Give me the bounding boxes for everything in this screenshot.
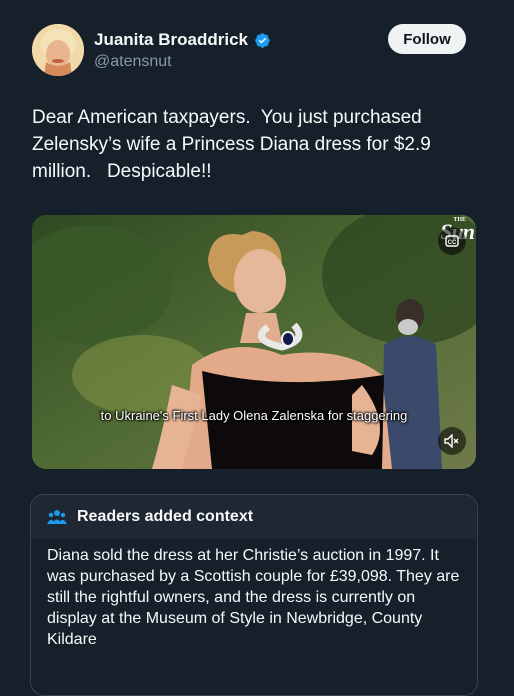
community-note-body: Diana sold the dress at her Christie’s a… [47, 547, 460, 648]
svg-text:CC: CC [448, 240, 457, 246]
author-name-row[interactable]: Juanita Broaddrick [94, 30, 271, 50]
community-note-header: Readers added context [31, 495, 477, 539]
closed-captions-button[interactable]: CC [438, 227, 466, 255]
tweet-video[interactable]: THE Sun CC to Ukraine's First Lady Olena… [32, 215, 476, 469]
tweet-text: Dear American taxpayers. You just purcha… [32, 107, 437, 182]
video-caption: to Ukraine's First Lady Olena Zalenska f… [100, 408, 408, 423]
closed-captions-icon: CC [445, 235, 459, 247]
publisher-logo-prefix: THE [453, 217, 466, 223]
author-handle[interactable]: @atensnut [94, 53, 172, 71]
author-name[interactable]: Juanita Broaddrick [94, 30, 248, 50]
volume-muted-icon [444, 434, 459, 448]
people-icon [47, 510, 67, 524]
mute-button[interactable] [438, 427, 466, 455]
follow-button[interactable]: Follow [388, 24, 466, 54]
video-frame [32, 215, 476, 469]
community-note: Readers added context Diana sold the dre… [30, 494, 478, 696]
verified-badge-icon [255, 32, 270, 48]
community-note-title: Readers added context [77, 508, 254, 525]
avatar[interactable] [32, 24, 84, 76]
avatar-photo [32, 24, 84, 76]
